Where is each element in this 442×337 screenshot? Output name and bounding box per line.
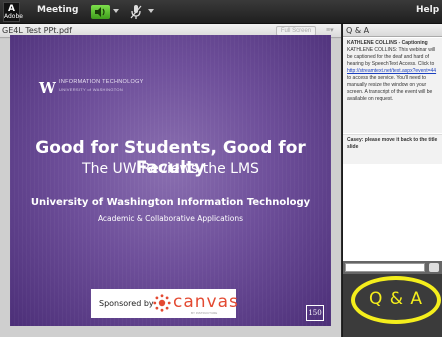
sponsor-label: Sponsored by: [99, 299, 154, 308]
uw-logo-icon: W: [39, 79, 56, 97]
qa-message-text-before: KATHLENE COLLINS: This webinar will be c…: [347, 47, 436, 67]
microphone-icon[interactable]: [129, 4, 143, 20]
speaker-icon: [95, 7, 105, 17]
meeting-menu[interactable]: Meeting: [37, 5, 78, 15]
meeting-window: A Adobe Meeting Help GE4L Test PPt.pdf F…: [0, 0, 442, 337]
speaker-button[interactable]: [91, 5, 110, 19]
microphone-dropdown-caret[interactable]: [148, 9, 154, 13]
qa-message-link[interactable]: http://streamtext.net/text.aspx?event=44: [347, 68, 436, 74]
presentation-slide: W INFORMATION TECHNOLOGY UNIVERSITY of W…: [10, 35, 331, 326]
qa-pod-header: Q & A: [343, 24, 442, 37]
adobe-logo: A Adobe: [3, 2, 23, 22]
canvas-brand-text: canvas: [173, 292, 239, 312]
sponsor-banner: Sponsored by canvas BY INSTRUCTURE: [91, 289, 239, 318]
qa-send-button[interactable]: [429, 263, 439, 272]
qa-message-list[interactable]: KATHLENE COLLINS - Captioning KATHLENE C…: [343, 37, 442, 261]
slide-subtitle: The UW Reviews the LMS: [82, 161, 259, 177]
qa-message-item[interactable]: Casey: please move it back to the title …: [343, 134, 442, 164]
uw-org-sublabel: UNIVERSITY of WASHINGTON: [59, 87, 124, 92]
canvas-logo-icon: [153, 294, 171, 312]
qa-message-item[interactable]: KATHLENE COLLINS - Captioning KATHLENE C…: [343, 38, 442, 133]
share-pod-title: GE4L Test PPt.pdf: [2, 26, 72, 35]
help-menu[interactable]: Help: [416, 5, 439, 15]
qa-highlight-circle: Q & A: [351, 276, 441, 324]
qa-message-text-after: to access the service. You'll need to ma…: [347, 75, 433, 102]
slide-org-line: University of Washington Information Tec…: [30, 197, 311, 208]
canvas-tagline: BY INSTRUCTURE: [191, 311, 218, 315]
pod-options-menu-icon[interactable]: ≡▾: [326, 26, 334, 34]
qa-pod: Q & A KATHLENE COLLINS - Captioning KATH…: [342, 24, 442, 337]
adobe-logo-text: Adobe: [4, 13, 23, 20]
adobe-logo-mark: A: [8, 4, 15, 14]
qa-highlight-label: Q & A: [368, 289, 424, 309]
speaker-dropdown-caret[interactable]: [113, 9, 119, 13]
uw-150-badge: 150: [306, 305, 324, 321]
slide-dept-line: Academic & Collaborative Applications: [97, 214, 244, 223]
qa-input-bar: [343, 261, 442, 274]
qa-message-title: KATHLENE COLLINS - Captioning: [347, 40, 428, 46]
qa-pod-title: Q & A: [346, 26, 370, 35]
qa-question-input[interactable]: [345, 263, 425, 272]
uw-org-label: INFORMATION TECHNOLOGY: [59, 79, 144, 85]
menubar: A Adobe Meeting Help: [0, 0, 442, 24]
qa-message-title: Casey: please move it back to the title …: [347, 137, 438, 150]
